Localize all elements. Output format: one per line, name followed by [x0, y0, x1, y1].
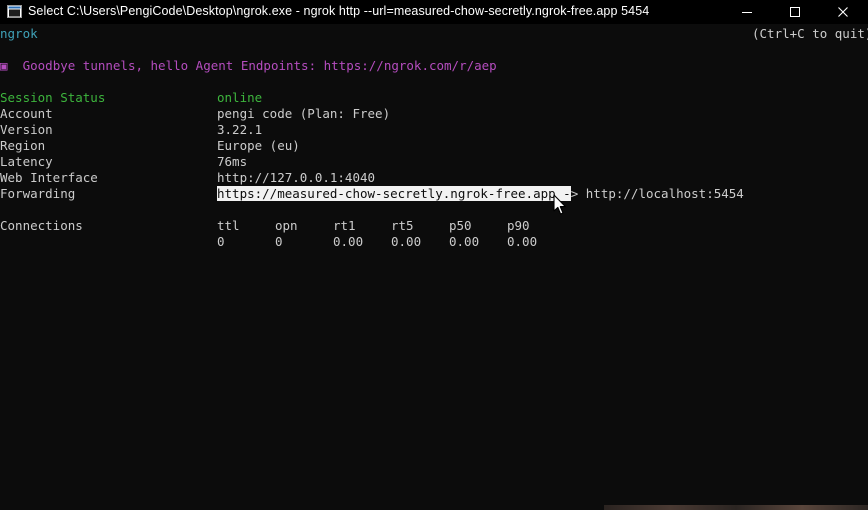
window-title: Select C:\Users\PengiCode\Desktop\ngrok.… — [28, 4, 650, 18]
web-interface-url[interactable]: http://127.0.0.1:4040 — [217, 170, 375, 186]
latency-value: 76ms — [217, 154, 248, 169]
minimize-button[interactable] — [724, 0, 770, 24]
connections-value-ttl: 0 — [217, 234, 225, 249]
connections-header-rt1: rt1 — [333, 218, 356, 233]
region-label: Region — [0, 138, 46, 153]
version-label: Version — [0, 122, 53, 137]
latency-label: Latency — [0, 154, 53, 169]
connections-header-rt5: rt5 — [391, 218, 414, 233]
connections-header-opn: opn — [275, 218, 298, 233]
version-value: 3.22.1 — [217, 122, 263, 137]
forwarding-arrow: > — [570, 186, 586, 201]
region-value: Europe (eu) — [217, 138, 300, 153]
forwarding-label: Forwarding — [0, 186, 76, 201]
connections-label: Connections — [0, 218, 83, 233]
connections-header-p90: p90 — [507, 218, 530, 233]
announcement-line: ▣ Goodbye tunnels, hello Agent Endpoints… — [0, 58, 497, 74]
connections-value-p90: 0.00 — [507, 234, 538, 249]
connections-value-rt5: 0.00 — [391, 234, 422, 249]
announcement-text: Goodbye tunnels, hello Agent Endpoints: … — [22, 58, 497, 73]
connections-value-opn: 0 — [275, 234, 283, 249]
window-title-bar[interactable]: Select C:\Users\PengiCode\Desktop\ngrok.… — [0, 0, 868, 24]
account-label: Account — [0, 106, 53, 121]
maximize-button[interactable] — [772, 0, 818, 24]
desktop-edge-strip — [604, 505, 868, 510]
app-name: ngrok — [0, 26, 38, 41]
forwarding-local-url[interactable]: http://localhost:5454 — [586, 186, 744, 201]
close-button[interactable] — [820, 0, 866, 24]
console-icon — [7, 5, 22, 18]
web-interface-label: Web Interface — [0, 170, 98, 185]
session-status-label: Session Status — [0, 90, 106, 105]
close-icon — [838, 7, 848, 17]
session-status-value: online — [217, 90, 263, 105]
connections-value-p50: 0.00 — [449, 234, 480, 249]
account-value: pengi code (Plan: Free) — [217, 106, 391, 121]
forwarding-public-url-selected[interactable]: https://measured-chow-secretly.ngrok-fre… — [217, 186, 556, 201]
connections-header-p50: p50 — [449, 218, 472, 233]
announcement-icon: ▣ — [0, 58, 8, 73]
quit-hint: (Ctrl+C to quit) — [752, 26, 868, 41]
terminal-output[interactable]: ngrok (Ctrl+C to quit) ▣ Goodbye tunnels… — [0, 24, 868, 510]
mouse-pointer-icon — [553, 194, 566, 215]
connections-value-rt1: 0.00 — [333, 234, 364, 249]
forwarding-value[interactable]: https://measured-chow-secretly.ngrok-fre… — [217, 186, 744, 202]
maximize-icon — [790, 7, 800, 17]
connections-header-ttl: ttl — [217, 218, 240, 233]
minimize-icon — [742, 12, 752, 13]
